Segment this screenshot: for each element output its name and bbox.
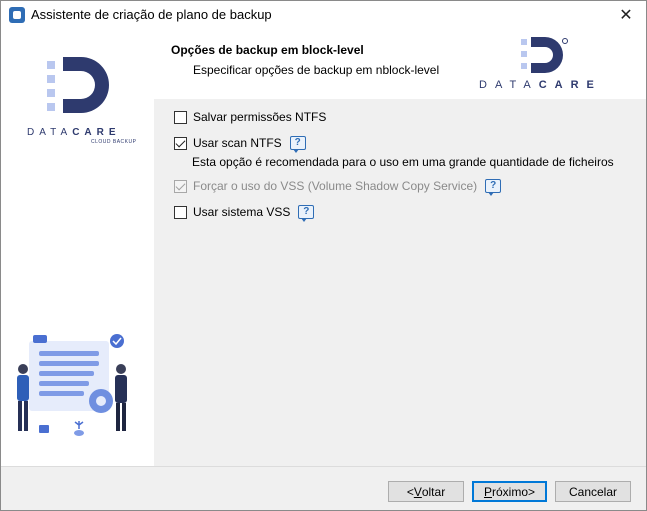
help-icon[interactable]: ?	[289, 136, 306, 153]
wizard-footer: < Voltar Próximo> Cancelar	[1, 466, 646, 510]
page-title: Opções de backup em block-level	[171, 43, 364, 57]
header-logo-text: DATACARE	[479, 79, 602, 91]
option-use-ntfs-scan[interactable]: Usar scan NTFS ?	[174, 136, 306, 153]
cancel-button[interactable]: Cancelar	[555, 481, 631, 502]
option-label: Usar scan NTFS	[193, 136, 282, 150]
sidebar-logo-tagline: CLOUD BACKUP	[91, 139, 137, 145]
backup-illustration	[17, 334, 127, 436]
options-panel: Salvar permissões NTFS Usar scan NTFS ? …	[154, 99, 646, 466]
title-bar: Assistente de criação de plano de backup…	[1, 1, 646, 29]
back-button[interactable]: < Voltar	[388, 481, 464, 502]
option-save-ntfs-permissions[interactable]: Salvar permissões NTFS	[174, 110, 326, 124]
option-label: Salvar permissões NTFS	[193, 110, 327, 124]
datacare-logo-icon	[521, 37, 568, 73]
option-note: Esta opção é recomendada para o uso em u…	[192, 155, 614, 169]
close-icon: ✕	[619, 7, 633, 24]
option-force-vss: Forçar o uso do VSS (Volume Shadow Copy …	[174, 179, 502, 196]
datacare-logo-icon	[47, 57, 109, 113]
sidebar-logo-text: DATACARE	[27, 127, 121, 138]
help-icon[interactable]: ?	[485, 179, 502, 196]
window-title: Assistente de criação de plano de backup	[31, 7, 272, 22]
option-label: Usar sistema VSS	[193, 205, 291, 219]
wizard-window: Assistente de criação de plano de backup…	[0, 0, 647, 511]
close-button[interactable]: ✕	[612, 3, 640, 27]
sidebar-panel: DATACARE CLOUD BACKUP	[1, 57, 154, 466]
use-ntfs-scan-checkbox[interactable]	[174, 136, 187, 150]
help-icon[interactable]: ?	[298, 205, 315, 222]
next-button[interactable]: Próximo>	[472, 481, 547, 502]
use-system-vss-checkbox[interactable]	[174, 205, 187, 219]
app-icon	[9, 7, 25, 23]
force-vss-checkbox	[174, 179, 187, 193]
option-use-system-vss[interactable]: Usar sistema VSS ?	[174, 205, 315, 222]
save-ntfs-permissions-checkbox[interactable]	[174, 110, 187, 124]
page-subtitle: Especificar opções de backup em nblock-l…	[193, 63, 440, 77]
option-label: Forçar o uso do VSS (Volume Shadow Copy …	[193, 179, 478, 193]
